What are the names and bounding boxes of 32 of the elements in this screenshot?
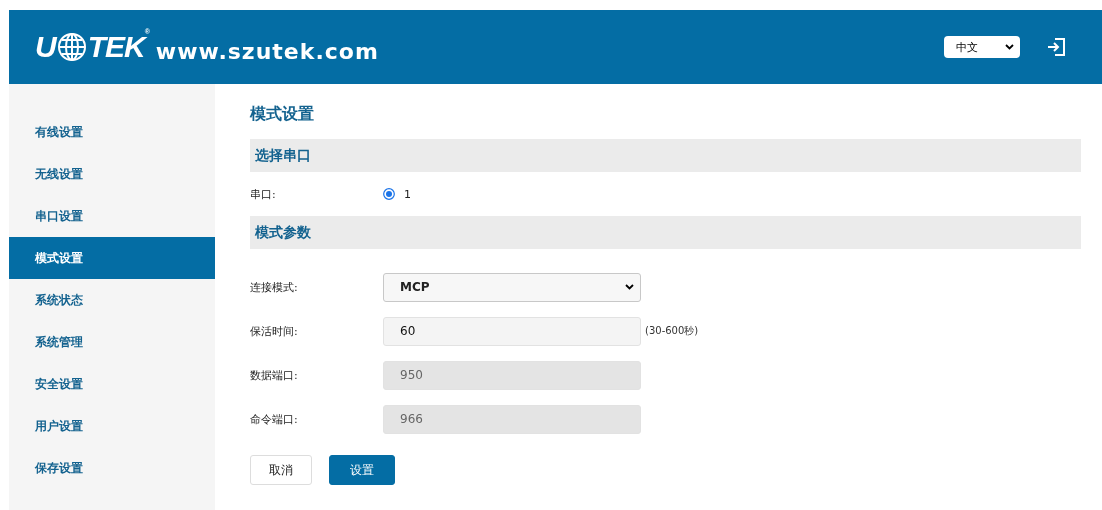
caret-icon bbox=[1005, 44, 1014, 50]
sidebar-item[interactable]: 有线设置 bbox=[9, 111, 215, 153]
range-hint: (30-600秒) bbox=[645, 324, 699, 338]
logout-icon[interactable] bbox=[1046, 37, 1066, 57]
sidebar-item[interactable]: 串口设置 bbox=[9, 195, 215, 237]
field-label: 串口: bbox=[250, 186, 277, 202]
logo-letter: U bbox=[35, 30, 56, 64]
language-select[interactable]: 中文 bbox=[944, 36, 1020, 58]
section-header: 模式参数 bbox=[250, 216, 1081, 249]
sidebar-item[interactable]: 用户设置 bbox=[9, 405, 215, 447]
radio-label: 1 bbox=[404, 187, 411, 201]
caret-icon bbox=[625, 284, 634, 290]
cancel-button[interactable]: 取消 bbox=[250, 455, 312, 485]
sidebar-item[interactable]: 系统状态 bbox=[9, 279, 215, 321]
logo-text: TEK bbox=[87, 30, 145, 64]
sidebar-item[interactable]: 系统管理 bbox=[9, 321, 215, 363]
input-field[interactable]: 60 bbox=[383, 316, 641, 346]
globe-icon bbox=[56, 32, 87, 62]
field-label: 保活时间: bbox=[250, 323, 299, 339]
sidebar-item[interactable]: 无线设置 bbox=[9, 153, 215, 195]
radio-button[interactable] bbox=[383, 188, 395, 200]
sidebar-item[interactable]: 模式设置 bbox=[9, 237, 215, 279]
mode-select[interactable]: MCP bbox=[383, 272, 641, 302]
field-label: 数据端口: bbox=[250, 367, 299, 383]
set-button[interactable]: 设置 bbox=[329, 455, 395, 485]
field-label: 连接模式: bbox=[250, 279, 299, 295]
website-text: www.szutek.com bbox=[155, 38, 379, 64]
sidebar-item[interactable]: 安全设置 bbox=[9, 363, 215, 405]
page-title: 模式设置 bbox=[250, 104, 315, 125]
field-label: 命令端口: bbox=[250, 411, 299, 427]
sidebar-item[interactable]: 保存设置 bbox=[9, 447, 215, 489]
section-header: 选择串口 bbox=[250, 139, 1081, 172]
